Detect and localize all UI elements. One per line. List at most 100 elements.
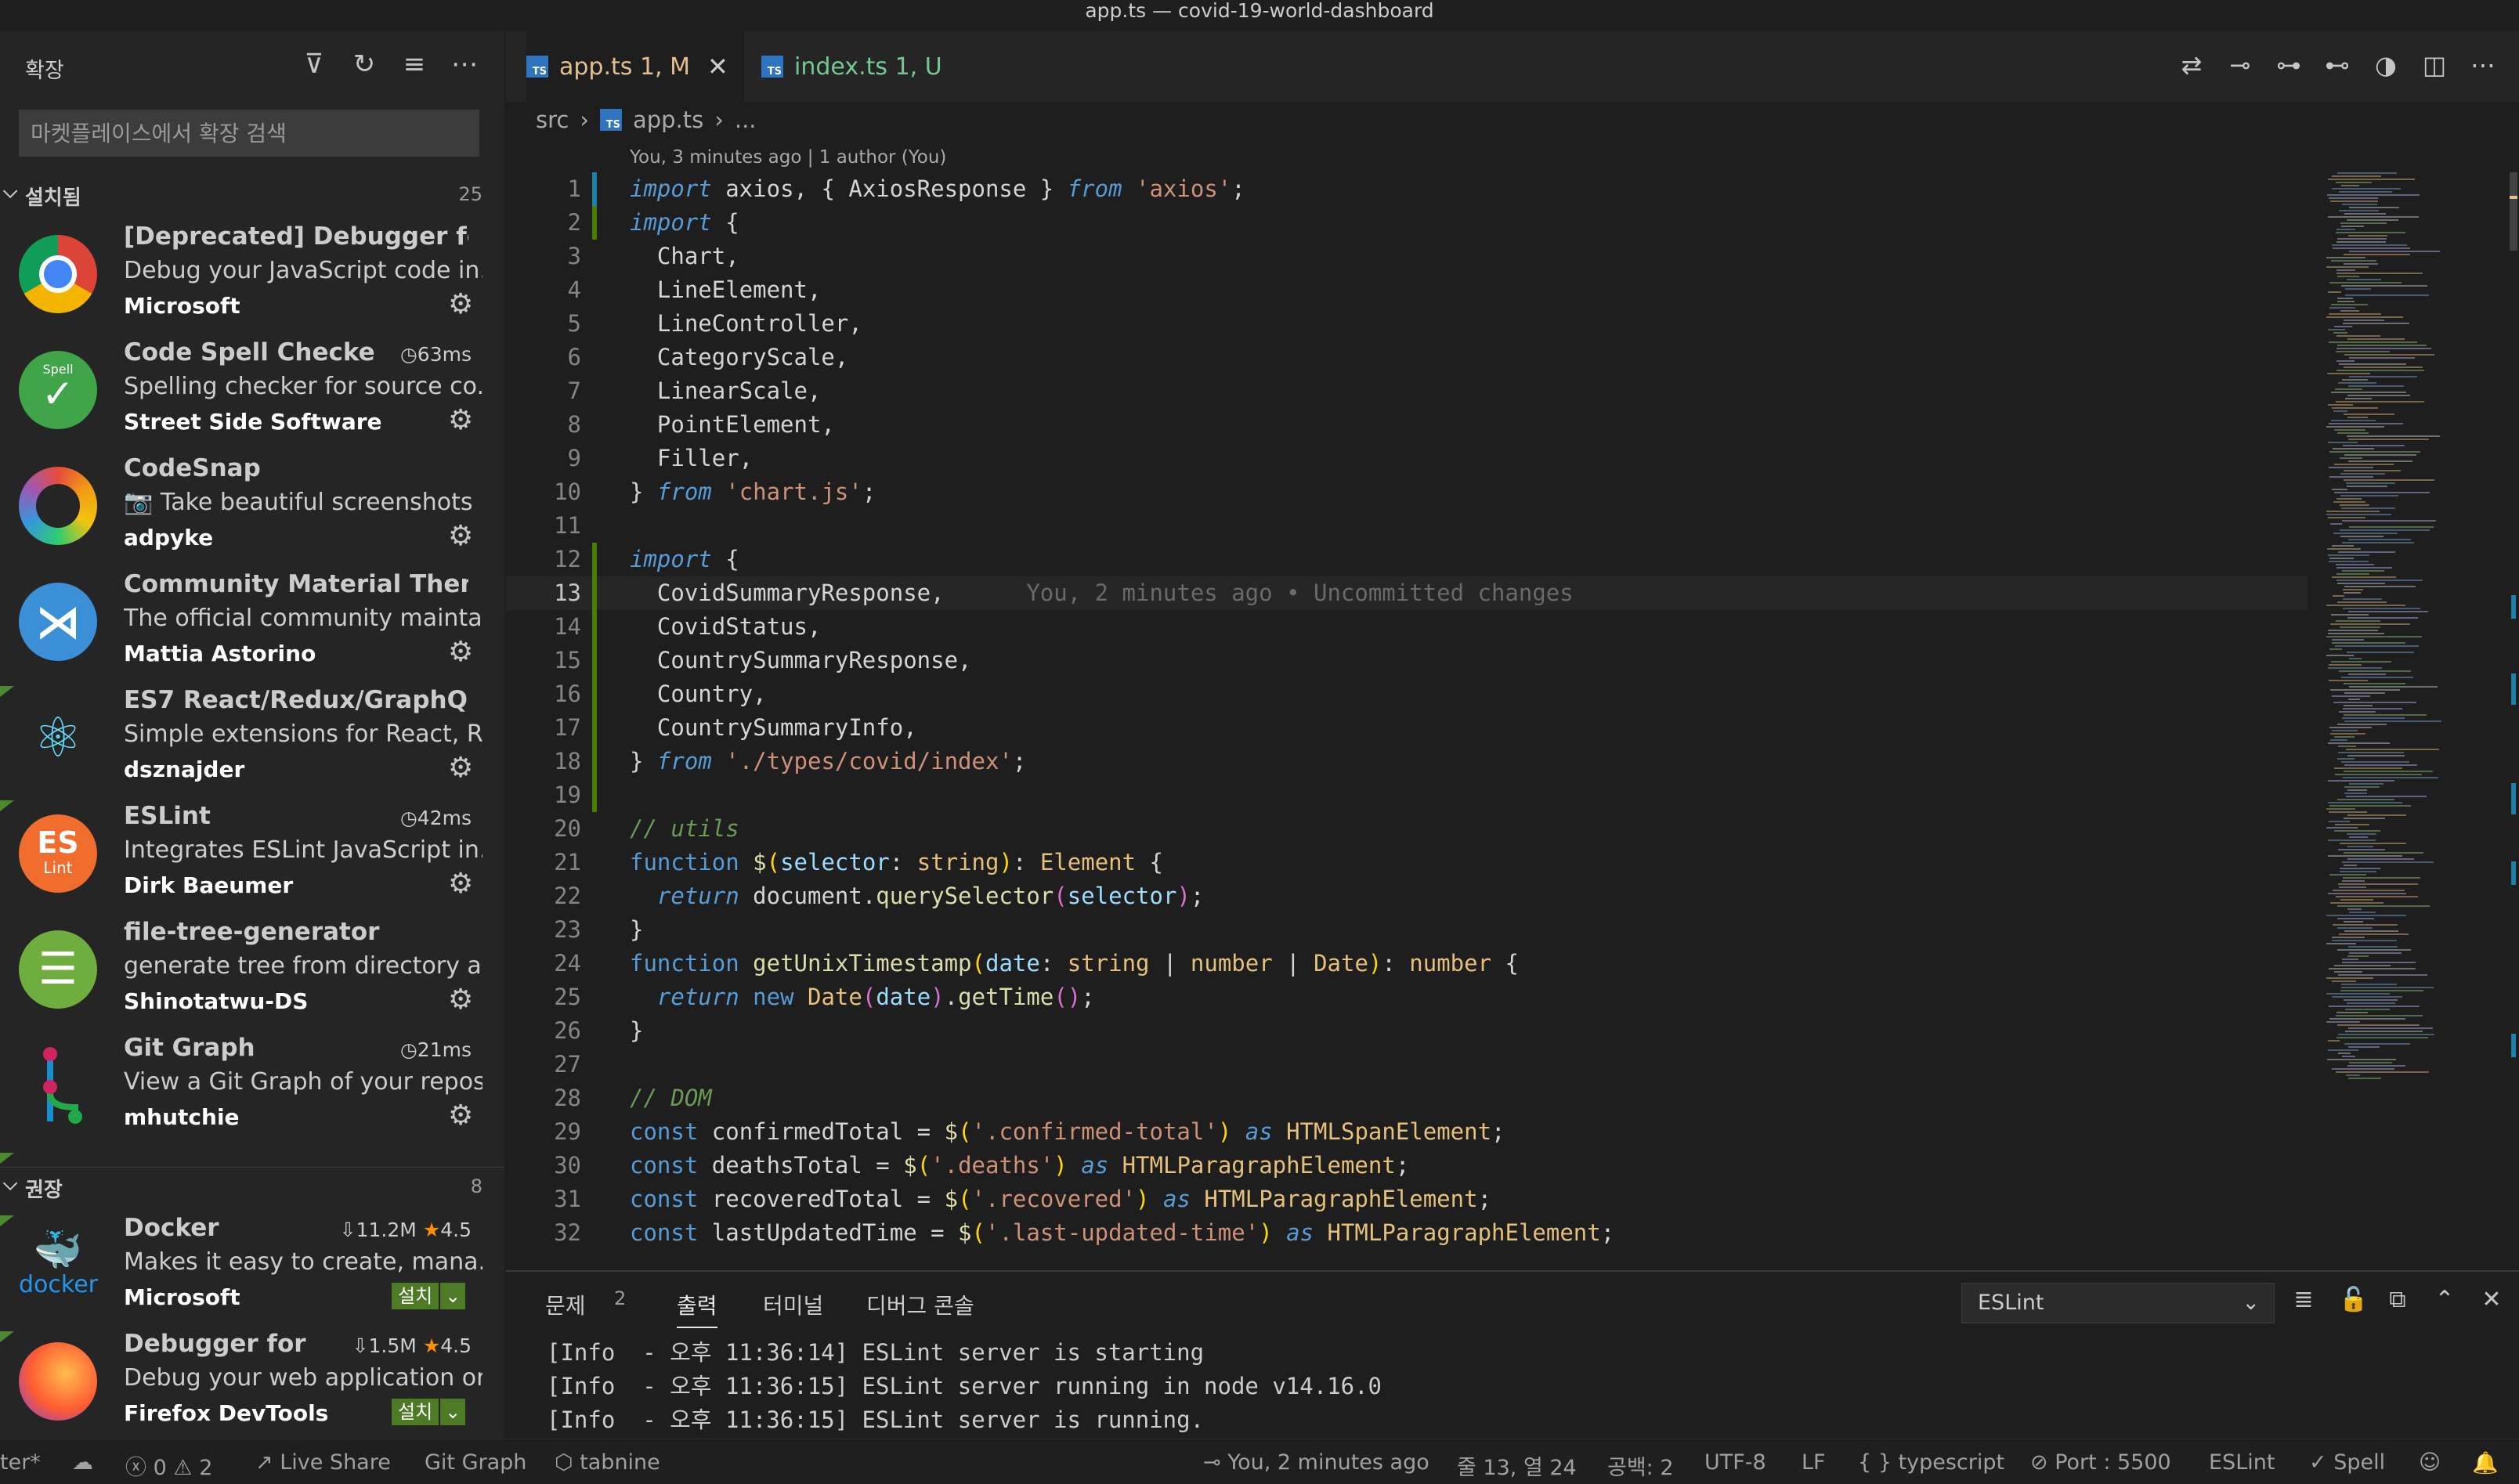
extension-item[interactable]: ⋊ Community Material Theme The official … — [0, 565, 504, 681]
breadcrumb-file[interactable]: app.ts — [633, 107, 703, 133]
code-line[interactable]: 22 return document.querySelector(selecto… — [506, 879, 2308, 913]
code-line[interactable]: 3 Chart, — [506, 240, 2308, 273]
code-line[interactable]: 23} — [506, 913, 2308, 947]
gear-icon[interactable]: ⚙ — [448, 1099, 473, 1132]
status-git-graph[interactable]: Git Graph — [425, 1450, 526, 1475]
status-spell[interactable]: ✓ Spell — [2309, 1450, 2385, 1475]
code-line[interactable]: 31 const recoveredTotal = $('.recovered')… — [506, 1183, 2308, 1216]
code-line[interactable]: 14 CovidStatus, — [506, 610, 2308, 644]
code-line[interactable]: 5 LineController, — [506, 307, 2308, 341]
more-icon[interactable]: ⋯ — [451, 49, 478, 80]
extension-item[interactable]: CodeSnap 📷 Take beautiful screenshots ..… — [0, 450, 504, 565]
gear-icon[interactable]: ⚙ — [448, 404, 473, 436]
status-eslint[interactable]: ESLint — [2209, 1450, 2275, 1475]
code-line[interactable]: 11 — [506, 509, 2308, 543]
status-problems[interactable]: ⓧ 0 ⚠ 2 — [125, 1450, 212, 1481]
split-editor-icon[interactable]: ◫ — [2422, 50, 2447, 80]
status-encoding[interactable]: UTF-8 — [1704, 1450, 1766, 1475]
compare-changes-icon[interactable]: ⇄ — [2179, 50, 2204, 80]
code-line[interactable]: 26} — [506, 1014, 2308, 1048]
code-line[interactable]: 30 const deathsTotal = $('.deaths') as HT… — [506, 1149, 2308, 1183]
code-line[interactable]: 21 function $(selector: string): Element … — [506, 846, 2308, 879]
gear-icon[interactable]: ⚙ — [448, 288, 473, 320]
tab-index-ts[interactable]: TS index.ts 1, U — [761, 31, 942, 102]
extension-item[interactable]: ☰ file-tree-generator generate tree from… — [0, 913, 504, 1029]
clear-output-icon[interactable]: ≣ — [2292, 1286, 2315, 1313]
code-line[interactable]: 29 const confirmedTotal = $('.confirmed-t… — [506, 1115, 2308, 1149]
refresh-icon[interactable]: ↻ — [351, 49, 378, 80]
timeline-icon[interactable]: ◑ — [2373, 50, 2398, 80]
code-line[interactable]: 32 const lastUpdatedTime = $('.last-updat… — [506, 1216, 2308, 1250]
maximize-panel-icon[interactable]: ⌃ — [2433, 1286, 2456, 1313]
status-remote[interactable]: ter* — [0, 1450, 41, 1475]
gear-icon[interactable]: ⚙ — [448, 636, 473, 668]
code-line[interactable]: 6 CategoryScale, — [506, 341, 2308, 374]
minimap[interactable] — [2318, 172, 2499, 1096]
next-change-icon[interactable]: ⊷ — [2325, 50, 2350, 80]
code-line[interactable]: 8 PointElement, — [506, 408, 2308, 442]
tab-app-ts[interactable]: TS app.ts 1, M ✕ — [526, 31, 744, 102]
extension-search-input[interactable] — [20, 110, 479, 156]
code-line[interactable]: 24 function getUnixTimestamp(date: string… — [506, 947, 2308, 980]
status-cursor-position[interactable]: 줄 13, 열 24 — [1457, 1450, 1577, 1481]
chevron-down-icon[interactable]: ⌄ — [440, 1283, 466, 1309]
gear-icon[interactable]: ⚙ — [448, 752, 473, 784]
code-line[interactable]: 2 import { — [506, 206, 2308, 240]
bell-icon[interactable]: 🔔 — [2472, 1450, 2499, 1475]
install-button[interactable]: 설치 ⌄ — [392, 1399, 466, 1425]
code-line[interactable]: 10} from 'chart.js'; — [506, 475, 2308, 509]
clear-icon[interactable]: ≡ — [401, 49, 428, 80]
extension-item[interactable]: Spell ✓ Code Spell Checker ◷63ms Spelling… — [0, 334, 504, 450]
code-line[interactable]: 27 — [506, 1048, 2308, 1081]
tab-terminal[interactable]: 터미널 — [763, 1289, 823, 1320]
output-channel-select[interactable]: ESLint ⌄ — [1961, 1283, 2275, 1323]
gear-icon[interactable]: ⚙ — [448, 520, 473, 552]
lock-icon[interactable]: 🔓 — [2339, 1286, 2368, 1313]
status-git-blame[interactable]: ⊸ You, 2 minutes ago — [1203, 1450, 1429, 1475]
close-icon[interactable]: ✕ — [707, 52, 728, 81]
sync-icon[interactable]: ☁ — [72, 1450, 93, 1475]
code-line[interactable]: 1 import axios, { AxiosResponse } from 'a… — [506, 172, 2308, 206]
recommended-section-header[interactable]: ⌵ 권장 8 — [0, 1167, 504, 1207]
status-eol[interactable]: LF — [1802, 1450, 1826, 1475]
code-line[interactable]: 20 // utils — [506, 812, 2308, 846]
code-line[interactable]: 7 LinearScale, — [506, 374, 2308, 408]
tab-output[interactable]: 출력 — [677, 1289, 717, 1328]
status-tabnine[interactable]: ⬡ tabnine — [555, 1450, 660, 1475]
code-line[interactable]: 19 — [506, 778, 2308, 812]
overview-ruler[interactable] — [2508, 172, 2519, 1269]
more-icon[interactable]: ⋯ — [2470, 50, 2496, 80]
code-line[interactable]: 25 return new Date(date).getTime(); — [506, 980, 2308, 1014]
status-live-server[interactable]: ⊘ Port : 5500 — [2030, 1450, 2171, 1475]
tab-problems[interactable]: 문제 — [545, 1289, 586, 1320]
close-icon[interactable]: ✕ — [2480, 1286, 2503, 1313]
extension-item[interactable]: Git Graph ◷21ms View a Git Graph of your… — [0, 1029, 504, 1145]
status-live-share[interactable]: ↗ Live Share — [255, 1450, 391, 1475]
git-commit-icon[interactable]: ⊸ — [2228, 50, 2253, 80]
extension-item[interactable]: 🐳 docker Docker ⇩11.2M ★4.5 Makes it easy… — [0, 1209, 504, 1325]
installed-section-header[interactable]: ⌵ 설치됨 25 — [0, 175, 504, 215]
extension-item[interactable]: Debugger for ... ⇩1.5M ★4.5 Debug your w… — [0, 1325, 504, 1439]
code-line[interactable]: 12 import { — [506, 543, 2308, 576]
feedback-icon[interactable]: ☺ — [2419, 1450, 2441, 1475]
open-in-editor-icon[interactable]: ⧉ — [2386, 1286, 2409, 1313]
breadcrumb-folder[interactable]: src — [536, 107, 569, 133]
extension-item[interactable]: ES Lint ESLint ◷42ms Integrates ESLint Ja… — [0, 797, 504, 913]
chevron-down-icon[interactable]: ⌄ — [440, 1399, 466, 1425]
code-line[interactable]: 28 // DOM — [506, 1081, 2308, 1115]
status-language[interactable]: { } typescript — [1858, 1450, 2004, 1475]
code-line[interactable]: 4 LineElement, — [506, 273, 2308, 307]
breadcrumb-symbols[interactable]: ... — [735, 107, 757, 133]
previous-change-icon[interactable]: ⊶ — [2276, 50, 2301, 80]
extension-item[interactable]: [Deprecated] Debugger for... Debug your … — [0, 218, 504, 334]
code-line[interactable]: 17 CountrySummaryInfo, — [506, 711, 2308, 745]
status-indentation[interactable]: 공백: 2 — [1607, 1450, 1674, 1481]
code-line[interactable]: 18} from './types/covid/index'; — [506, 745, 2308, 778]
gear-icon[interactable]: ⚙ — [448, 984, 473, 1016]
code-line[interactable]: 13 CovidSummaryResponse, You, 2 minutes … — [506, 576, 2308, 610]
code-line[interactable]: 9 Filler, — [506, 442, 2308, 475]
gear-icon[interactable]: ⚙ — [448, 868, 473, 900]
codelens-blame[interactable]: You, 3 minutes ago | 1 author (You) — [630, 147, 946, 168]
tab-debug-console[interactable]: 디버그 콘솔 — [866, 1289, 974, 1320]
code-line[interactable]: 16 Country, — [506, 677, 2308, 711]
